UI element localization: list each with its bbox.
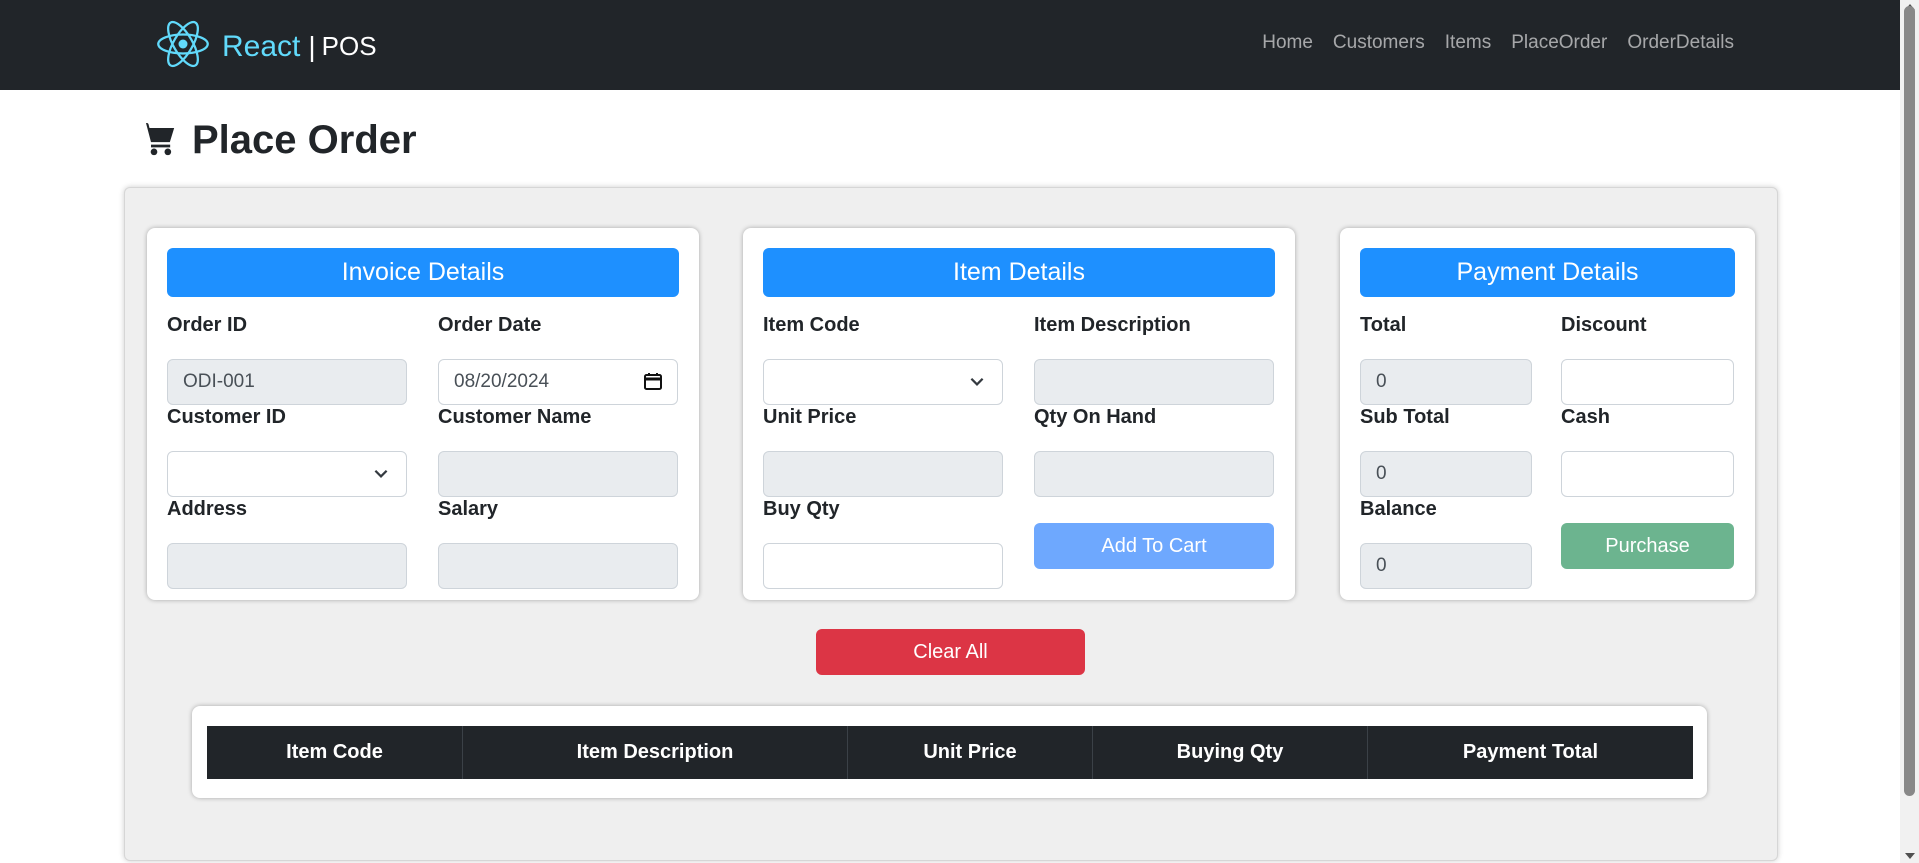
column-header-payment-total: Payment Total (1367, 726, 1693, 779)
shopping-cart-icon (138, 118, 180, 163)
item-details-card: Item Details Item Code Item Description … (743, 228, 1295, 600)
brand-pos-text: POS (321, 31, 377, 61)
cash-label: Cash (1561, 406, 1610, 428)
salary-label: Salary (438, 498, 499, 520)
brand[interactable]: React | POS (156, 18, 377, 75)
column-header-item-description: Item Description (462, 726, 848, 779)
balance-input: 0 (1360, 543, 1532, 589)
chevron-down-icon (374, 469, 388, 478)
qty-on-hand-label: Qty On Hand (1034, 406, 1157, 428)
nav-links: Home Customers Items PlaceOrder OrderDet… (1262, 32, 1734, 54)
cash-input[interactable] (1561, 451, 1734, 497)
item-description-field: Item Description (1034, 313, 1274, 405)
clear-all-button[interactable]: Clear All (816, 629, 1085, 675)
payment-details-header: Payment Details (1360, 248, 1735, 297)
react-atom-icon (156, 18, 210, 75)
invoice-details-card: Invoice Details Order ID ODI-001 Order D… (147, 228, 699, 600)
discount-input[interactable] (1561, 359, 1734, 405)
scroll-down-arrow-icon[interactable] (1905, 853, 1915, 859)
discount-field: Discount (1561, 313, 1734, 405)
total-input: 0 (1360, 359, 1532, 405)
scroll-thumb[interactable] (1904, 6, 1915, 796)
qty-on-hand-input (1034, 451, 1274, 497)
nav-link-items[interactable]: Items (1445, 32, 1491, 54)
unit-price-label: Unit Price (763, 406, 857, 428)
customer-id-select[interactable] (167, 451, 407, 497)
chevron-down-icon (970, 377, 984, 386)
cart-table: Item Code Item Description Unit Price Bu… (207, 726, 1693, 779)
unit-price-input (763, 451, 1003, 497)
cart-table-card: Item Code Item Description Unit Price Bu… (192, 706, 1707, 798)
qty-on-hand-field: Qty On Hand (1034, 405, 1274, 497)
salary-field: Salary (438, 497, 678, 589)
page-title: Place Order (138, 118, 417, 163)
sub-total-input: 0 (1360, 451, 1532, 497)
add-to-cart-button[interactable]: Add To Cart (1034, 523, 1274, 569)
brand-separator: | (308, 30, 316, 62)
item-code-select[interactable] (763, 359, 1003, 405)
customer-name-field: Customer Name (438, 405, 678, 497)
scrollbar[interactable] (1900, 0, 1919, 863)
sub-total-label: Sub Total (1360, 406, 1450, 428)
customer-name-label: Customer Name (438, 406, 592, 428)
customer-id-label: Customer ID (167, 406, 286, 428)
salary-input (438, 543, 678, 589)
navbar: React | POS Home Customers Items PlaceOr… (0, 0, 1900, 90)
payment-details-card: Payment Details Total 0 Discount Sub Tot… (1340, 228, 1755, 600)
unit-price-field: Unit Price (763, 405, 1003, 497)
sub-total-field: Sub Total 0 (1360, 405, 1532, 497)
customer-id-field: Customer ID (167, 405, 407, 497)
cash-field: Cash (1561, 405, 1734, 497)
invoice-details-header: Invoice Details (167, 248, 679, 297)
balance-label: Balance (1360, 498, 1437, 520)
buy-qty-label: Buy Qty (763, 498, 840, 520)
order-date-input[interactable]: 08/20/2024 (438, 359, 678, 405)
calendar-icon[interactable] (643, 371, 663, 391)
balance-field: Balance 0 (1360, 497, 1532, 589)
order-date-value: 08/20/2024 (454, 371, 550, 392)
page-title-text: Place Order (192, 118, 417, 162)
item-description-label: Item Description (1034, 314, 1191, 336)
nav-link-home[interactable]: Home (1262, 32, 1313, 54)
place-order-panel: Invoice Details Order ID ODI-001 Order D… (124, 187, 1778, 861)
item-code-label: Item Code (763, 314, 860, 336)
column-header-item-code: Item Code (207, 726, 463, 779)
purchase-button[interactable]: Purchase (1561, 523, 1734, 569)
customer-name-input (438, 451, 678, 497)
brand-react-text: React (222, 29, 301, 63)
nav-link-orderdetails[interactable]: OrderDetails (1627, 32, 1734, 54)
order-id-label: Order ID (167, 314, 248, 336)
column-header-buying-qty: Buying Qty (1092, 726, 1368, 779)
address-field: Address (167, 497, 407, 589)
discount-label: Discount (1561, 314, 1647, 336)
column-header-unit-price: Unit Price (847, 726, 1093, 779)
total-field: Total 0 (1360, 313, 1532, 405)
item-description-input (1034, 359, 1274, 405)
order-date-label: Order Date (438, 314, 542, 336)
item-code-field: Item Code (763, 313, 1003, 405)
nav-link-customers[interactable]: Customers (1333, 32, 1425, 54)
order-id-field: Order ID ODI-001 (167, 313, 407, 405)
order-date-field: Order Date 08/20/2024 (438, 313, 678, 405)
buy-qty-input[interactable] (763, 543, 1003, 589)
nav-link-placeorder[interactable]: PlaceOrder (1511, 32, 1607, 54)
order-id-input: ODI-001 (167, 359, 407, 405)
item-details-header: Item Details (763, 248, 1275, 297)
address-label: Address (167, 498, 248, 520)
cart-table-header-row: Item Code Item Description Unit Price Bu… (207, 726, 1693, 779)
address-input (167, 543, 407, 589)
buy-qty-field: Buy Qty (763, 497, 1003, 589)
total-label: Total (1360, 314, 1407, 336)
